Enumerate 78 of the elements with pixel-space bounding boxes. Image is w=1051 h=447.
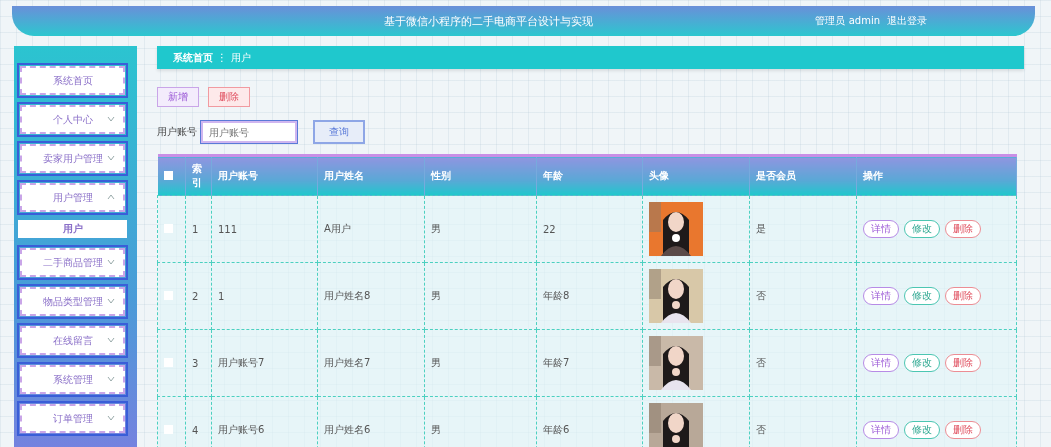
menu-item[interactable]: 系统管理 [20,365,125,394]
table-cell: 是 [749,195,857,263]
logout-link[interactable]: 退出登录 [887,14,927,28]
caret-down-icon [107,376,115,382]
table-cell: 4 [185,396,212,447]
menu-item[interactable]: 个人中心 [20,105,125,134]
submenu-item[interactable]: 用户 [18,220,127,238]
select-all-checkbox[interactable] [163,170,173,180]
menu-item[interactable]: 卖家用户管理 [20,144,125,173]
caret-down-icon [107,298,115,304]
menu-item[interactable]: 系统首页 [20,66,125,95]
table-cell: 3 [185,329,212,397]
table-cell: 年龄8 [536,262,643,330]
caret-down-icon [107,155,115,161]
menu-item[interactable]: 在线留言 [20,326,125,355]
delete-button[interactable]: 删除 [208,87,250,107]
edit-button[interactable]: 修改 [904,421,940,439]
column-header: 用户姓名 [317,155,425,196]
table-cell: 男 [424,195,537,263]
column-header: 性别 [424,155,537,196]
table-cell: 否 [749,329,857,397]
table-cell: 1 [185,195,212,263]
table-cell: 男 [424,329,537,397]
search-field[interactable]: 用户账号 [201,121,297,143]
table-cell: 用户姓名7 [317,329,425,397]
breadcrumb-separator: ⋮ [217,52,227,63]
search-label: 用户账号 [157,125,197,139]
details-button[interactable]: 详情 [863,421,899,439]
table-cell: 男 [424,262,537,330]
table-cell: 111 [211,195,318,263]
column-header: 是否会员 [749,155,857,196]
user-label: 管理员 admin [815,14,880,28]
caret-down-icon [107,337,115,343]
delete-button[interactable]: 删除 [945,220,981,238]
caret-up-icon [107,194,115,200]
breadcrumb-home[interactable]: 系统首页 [173,50,213,65]
caret-down-icon [107,259,115,265]
table-cell: 22 [536,195,643,263]
app-title: 基于微信小程序的二手电商平台设计与实现 [383,13,595,29]
menu-item[interactable]: 物品类型管理 [20,287,125,316]
row-checkbox[interactable] [164,357,173,367]
table-cell: 用户账号6 [211,396,318,447]
caret-down-icon [107,116,115,122]
details-button[interactable]: 详情 [863,354,899,372]
details-button[interactable]: 详情 [863,287,899,305]
column-header: 操作 [856,155,1017,196]
column-header: 索引 [185,155,212,196]
column-header: 用户账号 [211,155,318,196]
edit-button[interactable]: 修改 [904,220,940,238]
table-cell: 年龄6 [536,396,643,447]
row-checkbox[interactable] [164,223,173,233]
details-button[interactable]: 详情 [863,220,899,238]
column-header: 年龄 [536,155,643,196]
table-cell: 否 [749,396,857,447]
table-cell: 否 [749,262,857,330]
table-cell: 用户姓名6 [317,396,425,447]
row-checkbox[interactable] [164,424,173,434]
table-cell: A用户 [317,195,425,263]
add-button[interactable]: 新增 [157,87,199,107]
table-cell: 用户账号7 [211,329,318,397]
breadcrumb-current: 用户 [231,50,251,65]
delete-button[interactable]: 删除 [945,354,981,372]
edit-button[interactable]: 修改 [904,287,940,305]
table-cell: 年龄7 [536,329,643,397]
table-cell: 2 [185,262,212,330]
delete-button[interactable]: 删除 [945,287,981,305]
delete-button[interactable]: 删除 [945,421,981,439]
table-cell: 用户姓名8 [317,262,425,330]
table-cell: 男 [424,396,537,447]
search-button[interactable]: 查询 [313,120,365,144]
menu-item[interactable]: 二手商品管理 [20,248,125,277]
edit-button[interactable]: 修改 [904,354,940,372]
menu-item[interactable]: 订单管理 [20,404,125,433]
caret-down-icon [107,415,115,421]
row-checkbox[interactable] [164,290,173,300]
table-cell: 1 [211,262,318,330]
column-header: 头像 [642,155,750,196]
menu-item[interactable]: 用户管理 [20,183,125,212]
